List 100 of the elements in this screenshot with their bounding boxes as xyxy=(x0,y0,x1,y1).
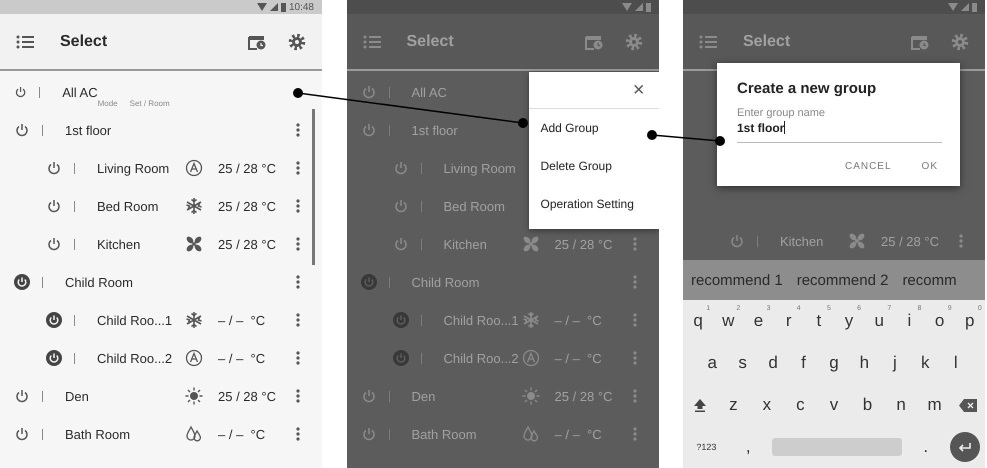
menu-item[interactable]: Delete Group xyxy=(528,147,658,185)
wifi-icon xyxy=(256,3,267,11)
shift-icon xyxy=(692,398,707,412)
battery-icon xyxy=(972,2,977,12)
enter-key[interactable] xyxy=(950,432,980,462)
dialog-button[interactable]: OK xyxy=(918,157,942,176)
power-icon[interactable] xyxy=(14,274,30,290)
room-name: Den xyxy=(412,388,436,404)
more-icon[interactable] xyxy=(296,427,300,441)
keyboard-key[interactable]: z xyxy=(720,389,746,421)
temperature: 25 / 28 °C xyxy=(218,160,277,176)
temperature: – / – °C xyxy=(218,426,266,442)
power-icon[interactable] xyxy=(46,350,62,366)
more-icon[interactable] xyxy=(296,351,300,365)
suggestion-item[interactable]: recomm xyxy=(902,272,957,288)
room-name: Living Room xyxy=(97,160,170,176)
fan-icon xyxy=(185,235,203,253)
keyboard-key[interactable]: a xyxy=(699,347,726,379)
snowflake-icon xyxy=(522,311,540,329)
keyboard-key[interactable]: ?123 xyxy=(688,431,724,463)
group-name-field[interactable]: Enter group name 1st floor xyxy=(737,107,942,143)
keyboard-key[interactable]: g xyxy=(820,347,847,379)
room-name: Bath Room xyxy=(65,426,132,442)
room-name: Living Room xyxy=(444,160,517,176)
more-icon[interactable] xyxy=(296,237,300,251)
temperature: – / – °C xyxy=(554,426,603,442)
power-icon[interactable] xyxy=(14,426,30,442)
fan-icon xyxy=(522,235,540,253)
signal-icon xyxy=(634,3,642,11)
menu-item[interactable]: Add Group xyxy=(528,109,658,147)
keyboard-key[interactable]: b xyxy=(854,389,880,421)
temperature: 25 / 28 °C xyxy=(554,388,614,404)
power-icon[interactable] xyxy=(14,122,30,138)
wifi-icon xyxy=(948,3,958,11)
close-button[interactable]: × xyxy=(628,78,648,102)
keyboard-key[interactable]: l xyxy=(942,347,969,379)
power-icon[interactable] xyxy=(46,312,62,328)
keyboard-key[interactable]: c xyxy=(787,389,814,421)
room-name: Bed Room xyxy=(444,198,506,214)
signal-icon xyxy=(961,3,969,11)
settings-icon[interactable] xyxy=(288,32,306,50)
more-icon[interactable] xyxy=(296,389,300,403)
fan-icon xyxy=(848,232,866,250)
room-name: Bath Room xyxy=(412,426,478,442)
temperature: 25 / 28 °C xyxy=(554,236,614,252)
dialog-button[interactable]: CANCEL xyxy=(840,157,896,176)
power-icon[interactable] xyxy=(46,160,62,176)
more-icon[interactable] xyxy=(296,161,300,175)
more-icon[interactable] xyxy=(296,199,300,213)
suggestion-item[interactable]: recommend 2 xyxy=(796,272,888,288)
wifi-icon xyxy=(622,3,632,11)
keyboard-key[interactable]: . xyxy=(912,431,939,463)
water-drops-icon xyxy=(522,425,540,443)
keyboard-key[interactable]: j xyxy=(882,347,908,379)
dialog-title: Create a new group xyxy=(737,80,878,97)
temperature: – / – °C xyxy=(554,312,603,328)
keyboard-key[interactable]: f xyxy=(790,347,817,379)
auto-mode-icon xyxy=(522,349,540,367)
menu-icon[interactable] xyxy=(16,34,34,48)
enter-icon xyxy=(958,442,972,452)
more-icon[interactable] xyxy=(296,313,300,327)
signal-icon xyxy=(270,3,278,11)
room-name: Den xyxy=(65,388,90,404)
room-name: Kitchen xyxy=(444,236,488,252)
keyboard-key[interactable]: s xyxy=(730,347,756,379)
power-icon[interactable] xyxy=(46,236,62,252)
keyboard-key[interactable]: d xyxy=(760,347,786,379)
temperature: 25 / 28 °C xyxy=(881,234,940,248)
screen-title: Select xyxy=(406,32,455,50)
sun-icon xyxy=(185,387,203,405)
keyboard-key[interactable]: k xyxy=(912,347,938,379)
more-icon[interactable] xyxy=(296,123,300,137)
keyboard-key[interactable]: h xyxy=(851,347,878,379)
battery-icon xyxy=(646,2,650,12)
auto-mode-icon xyxy=(185,349,203,367)
power-icon[interactable] xyxy=(14,388,30,404)
room-name: 1st floor xyxy=(65,122,112,138)
keyboard-key[interactable]: n xyxy=(888,389,914,421)
room-name: Child Roo...2 xyxy=(444,350,520,366)
menu-item[interactable]: Operation Setting xyxy=(528,185,658,223)
temperature: – / – °C xyxy=(218,312,266,328)
column-label: Set / Room xyxy=(130,99,170,108)
suggestion-item[interactable]: recommend 1 xyxy=(691,272,783,288)
power-icon[interactable] xyxy=(46,198,62,214)
temperature: 25 / 28 °C xyxy=(218,198,277,214)
screen-title: Select xyxy=(60,32,108,50)
column-label: Mode xyxy=(98,99,118,108)
keyboard-key[interactable]: v xyxy=(820,389,847,421)
keyboard-key[interactable]: m xyxy=(922,389,948,421)
room-name: Kitchen xyxy=(780,234,824,248)
power-icon[interactable] xyxy=(14,84,28,100)
room-name: Child Roo...2 xyxy=(97,350,174,366)
temperature: – / – °C xyxy=(218,350,266,366)
keyboard-key[interactable]: x xyxy=(754,389,780,421)
sun-icon xyxy=(522,387,540,405)
room-name: 1st floor xyxy=(412,122,459,138)
keyboard-key[interactable]: , xyxy=(735,431,762,463)
more-icon[interactable] xyxy=(296,275,300,289)
room-name: Child Room xyxy=(65,274,134,290)
calendar-clock-icon[interactable] xyxy=(248,34,266,50)
